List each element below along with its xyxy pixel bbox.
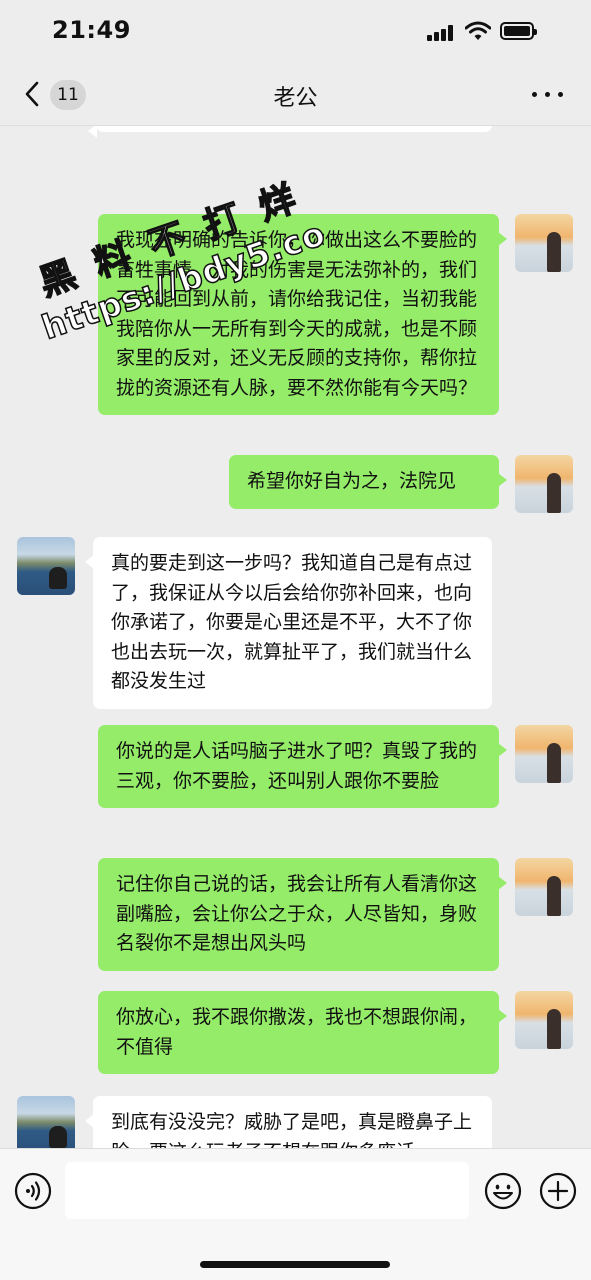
message-input[interactable] <box>65 1162 469 1219</box>
chat-message-list[interactable]: 我现在明确的告诉你，你做出这么不要脸的畜牲事情，对我的伤害是无法弥补的，我们不可… <box>0 126 591 1148</box>
message-bubble-incoming[interactable]: 真的要走到这一步吗？我知道自己是有点过了，我保证从今以后会给你弥补回来，也向你承… <box>85 537 492 709</box>
message-bubble-outgoing[interactable]: 记住你自己说的话，我会让所有人看清你这副嘴脸，会让你公之于众，人尽皆知，身败名裂… <box>98 858 507 971</box>
husband-avatar[interactable] <box>17 537 75 595</box>
unread-count-badge[interactable]: 11 <box>50 80 86 110</box>
message-text: 到底有没没完？威胁了是吧，真是瞪鼻子上脸，要这么玩老子不想在跟你多废话 <box>111 1111 473 1148</box>
message-bubble-outgoing[interactable]: 我现在明确的告诉你，你做出这么不要脸的畜牲事情，对我的伤害是无法弥补的，我们不可… <box>98 214 507 415</box>
message-bubble-outgoing[interactable]: 你放心，我不跟你撒泼，我也不想跟你闹，不值得 <box>98 991 507 1074</box>
status-bar: 21:49 <box>0 0 591 64</box>
message-input-bar <box>0 1148 591 1280</box>
my-avatar[interactable] <box>515 214 573 272</box>
husband-avatar[interactable] <box>17 1096 75 1148</box>
status-time: 21:49 <box>52 16 131 44</box>
voice-input-icon[interactable] <box>14 1172 52 1210</box>
home-indicator <box>200 1261 390 1268</box>
message-text: 真的要走到这一步吗？我知道自己是有点过了，我保证从今以后会给你弥补回来，也向你承… <box>111 552 473 692</box>
my-avatar[interactable] <box>515 858 573 916</box>
my-avatar[interactable] <box>515 725 573 783</box>
emoji-icon[interactable] <box>484 1172 522 1210</box>
partial-message-bubble <box>88 126 492 138</box>
message-text: 我现在明确的告诉你，你做出这么不要脸的畜牲事情，对我的伤害是无法弥补的，我们不可… <box>116 229 478 399</box>
message-text: 记住你自己说的话，我会让所有人看清你这副嘴脸，会让你公之于众，人尽皆知，身败名裂… <box>116 873 478 954</box>
more-options-icon[interactable] <box>530 86 566 102</box>
more-functions-plus-icon[interactable] <box>539 1172 577 1210</box>
battery-icon <box>500 22 537 40</box>
cellular-signal-icon <box>427 25 455 41</box>
message-bubble-outgoing[interactable]: 希望你好自为之，法院见 <box>229 455 507 509</box>
message-bubble-incoming[interactable]: 到底有没没完？威胁了是吧，真是瞪鼻子上脸，要这么玩老子不想在跟你多废话 <box>85 1096 492 1148</box>
chat-title: 老公 <box>273 86 318 111</box>
my-avatar[interactable] <box>515 991 573 1049</box>
message-text: 希望你好自为之，法院见 <box>247 470 457 492</box>
message-text: 你说的是人话吗脑子进水了吧？真毁了我的三观，你不要脸，还叫别人跟你不要脸 <box>116 740 478 792</box>
message-bubble-outgoing[interactable]: 你说的是人话吗脑子进水了吧？真毁了我的三观，你不要脸，还叫别人跟你不要脸 <box>98 725 507 808</box>
back-chevron-icon[interactable] <box>20 78 46 110</box>
my-avatar[interactable] <box>515 455 573 513</box>
message-text: 你放心，我不跟你撒泼，我也不想跟你闹，不值得 <box>116 1006 478 1058</box>
wifi-icon <box>465 21 491 40</box>
chat-header: 11 老公 <box>0 64 591 126</box>
